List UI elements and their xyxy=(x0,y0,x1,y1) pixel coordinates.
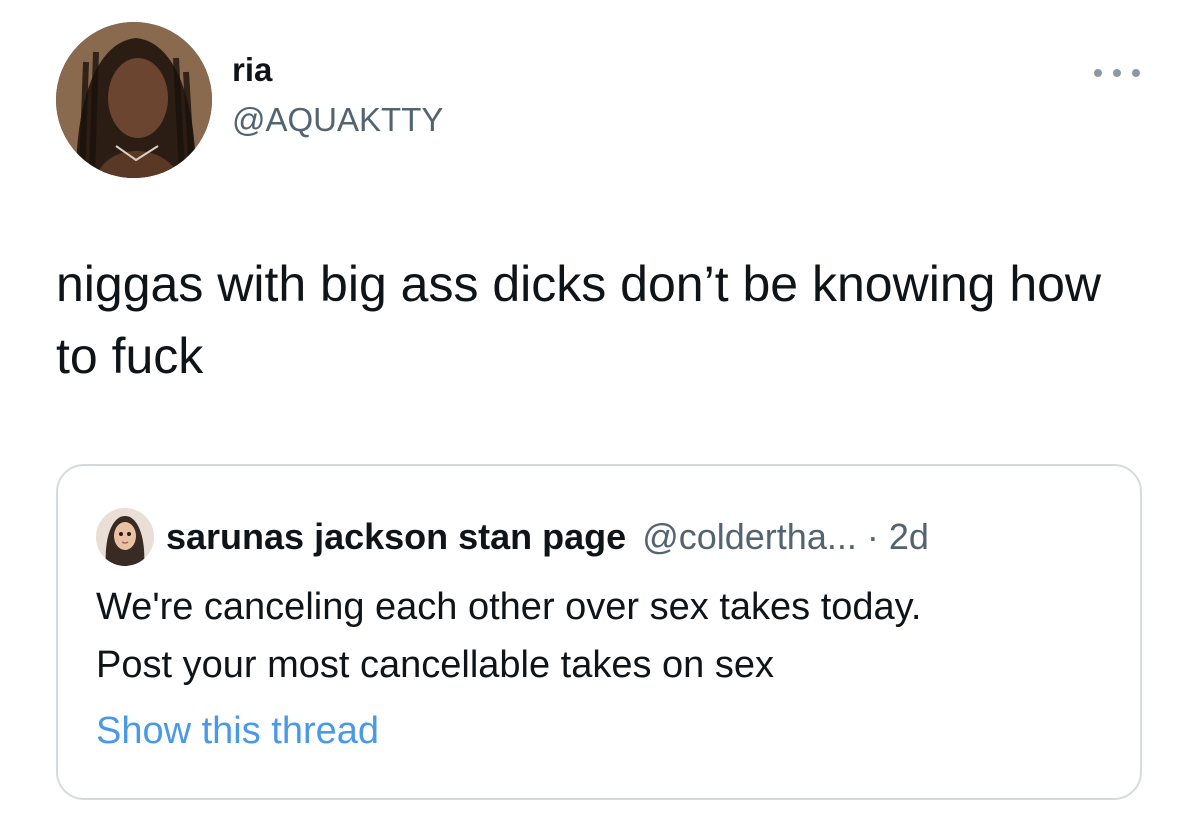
author-handle[interactable]: @AQUAKTTY xyxy=(232,98,443,142)
quoted-tweet-text-line: Post your most cancellable takes on sex xyxy=(96,644,775,686)
quoted-tweet-card[interactable]: sarunas jackson stan page @coldertha... … xyxy=(56,464,1142,800)
more-dot xyxy=(1113,69,1121,77)
more-dot xyxy=(1094,69,1102,77)
quoted-avatar-photo-icon xyxy=(96,508,154,566)
more-dot xyxy=(1132,69,1140,77)
quoted-tweet-timestamp[interactable]: 2d xyxy=(889,516,929,558)
author-avatar[interactable] xyxy=(56,22,212,178)
avatar-photo-icon xyxy=(56,22,212,178)
show-thread-link[interactable]: Show this thread xyxy=(96,710,379,753)
tweet-text: niggas with big ass dicks don’t be knowi… xyxy=(56,256,1102,384)
separator-dot: · xyxy=(866,516,879,557)
quoted-tweet-text-line: We're canceling each other over sex take… xyxy=(96,586,922,628)
quoted-tweet-header: sarunas jackson stan page @coldertha... … xyxy=(96,508,929,566)
tweet: ria @AQUAKTTY niggas with big ass dicks … xyxy=(0,0,1200,823)
quoted-author-display-name: sarunas jackson stan page xyxy=(166,516,627,557)
author-info: ria @AQUAKTTY xyxy=(232,48,443,142)
quoted-tweet-text: We're canceling each other over sex take… xyxy=(96,578,1116,694)
more-options-icon[interactable] xyxy=(1094,58,1140,88)
quoted-author-avatar[interactable] xyxy=(96,508,154,566)
quoted-author-handle: @coldertha... xyxy=(642,516,857,557)
author-display-name[interactable]: ria xyxy=(232,48,443,92)
